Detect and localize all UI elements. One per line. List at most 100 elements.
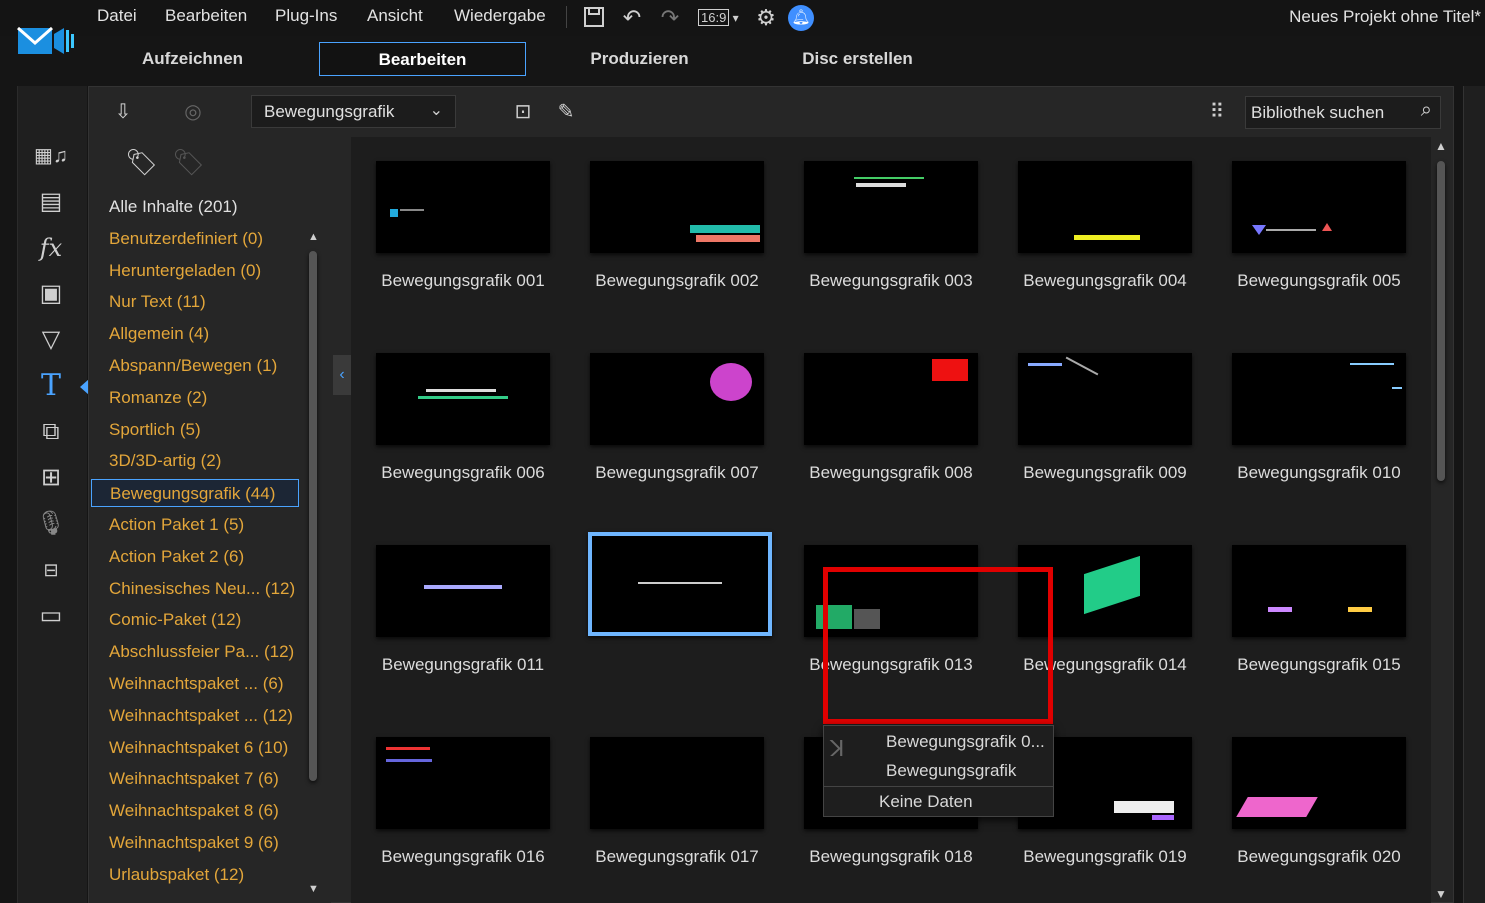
download-globe-icon[interactable]: ◎	[179, 99, 207, 125]
category-item[interactable]: 3D/3D-artig (2)	[91, 447, 299, 475]
tile-label: Bewegungsgrafik 007	[595, 463, 759, 482]
category-item[interactable]: Urlaubspaket (12)	[91, 861, 299, 889]
undo-icon[interactable]: ↶	[620, 6, 644, 30]
thumbnail-preview[interactable]	[1232, 353, 1406, 445]
grid-scrollbar[interactable]: ▲ ▼	[1434, 137, 1448, 903]
tile-label: Bewegungsgrafik 009	[1023, 463, 1187, 482]
tab-edit[interactable]: Bearbeiten	[319, 42, 526, 76]
thumbnail-preview[interactable]	[376, 161, 550, 253]
chevron-down-icon: ⌄	[429, 102, 443, 119]
room-bar: ▦♫ ▤ fx ▣ ▽ T ⧉ ⊞ 🎙︎ ⊟ ▭	[17, 86, 89, 903]
category-item[interactable]: Weihnachtspaket 7 (6)	[91, 765, 299, 793]
notification-bell-icon[interactable]: 🔔︎	[788, 5, 814, 31]
menu-plugins[interactable]: Plug-Ins	[275, 6, 337, 26]
tile-label: Bewegungsgrafik 020	[1237, 847, 1401, 866]
grid-view-icon[interactable]: ⠿	[1203, 99, 1231, 125]
tile-label: Bewegungsgrafik 010	[1237, 463, 1401, 482]
remove-tag-icon[interactable]: 🏷︎	[172, 147, 205, 177]
tag-tools: 🏷︎ 🏷︎	[125, 147, 219, 178]
thumbnail-preview[interactable]	[588, 532, 772, 636]
scroll-up-icon[interactable]: ▲	[308, 231, 319, 243]
menu-view[interactable]: Ansicht	[367, 6, 423, 26]
category-item[interactable]: Weihnachtspaket ... (12)	[91, 702, 299, 730]
category-item[interactable]: Heruntergeladen (0)	[91, 257, 299, 285]
category-item[interactable]: Comic-Paket (12)	[91, 606, 299, 634]
thumbnail-preview[interactable]	[1232, 545, 1406, 637]
category-item[interactable]: Action Paket 2 (6)	[91, 543, 299, 571]
thumbnail-preview[interactable]	[1232, 737, 1406, 829]
scrollbar-thumb[interactable]	[1437, 161, 1445, 481]
library-toolbar: ⇩ ◎ Bewegungsgrafik ⌄ ⊡ ✎ ⠿ Bibliothek s…	[89, 87, 1453, 137]
tab-create-disc[interactable]: Disc erstellen	[790, 42, 925, 76]
category-item[interactable]: Chinesisches Neu... (12)	[91, 575, 299, 603]
add-tag-icon[interactable]: 🏷︎	[125, 147, 158, 177]
pip-room-icon[interactable]: ▣	[34, 278, 68, 310]
audio-mixing-room-icon[interactable]: ⊞	[34, 462, 68, 494]
menu-edit[interactable]: Bearbeiten	[165, 6, 247, 26]
library-search-input[interactable]: Bibliothek suchen ⌕	[1245, 96, 1441, 129]
thumbnail-preview[interactable]	[1018, 353, 1192, 445]
category-item[interactable]: Alle Inhalte (201)	[91, 193, 299, 221]
category-item[interactable]: Weihnachtspaket 8 (6)	[91, 797, 299, 825]
category-panel: 🏷︎ 🏷︎ Alle Inhalte (201) Benutzerdefiniert…	[89, 137, 331, 903]
save-icon[interactable]	[582, 6, 606, 30]
category-item[interactable]: Weihnachtspaket 6 (10)	[91, 734, 299, 762]
tooltip-divider	[824, 786, 1053, 787]
mode-tabs: Aufzeichnen Bearbeiten Produzieren Disc …	[0, 40, 1485, 80]
effects-room-icon[interactable]: fx	[34, 232, 68, 264]
category-item[interactable]: Action Paket 1 (5)	[91, 511, 299, 539]
category-dropdown[interactable]: Bewegungsgrafik ⌄	[251, 95, 456, 128]
subtitle-room-icon[interactable]: ▭	[34, 600, 68, 632]
category-item[interactable]: Weihnachtspaket 9 (6)	[91, 829, 299, 857]
tile-label: Bewegungsgrafik 005	[1237, 271, 1401, 290]
category-scrollbar[interactable]: ▲ ▼	[307, 231, 319, 901]
thumbnail-preview[interactable]	[590, 353, 764, 445]
thumbnail-preview[interactable]	[1018, 161, 1192, 253]
category-item[interactable]: Weihnachtspaket ... (6)	[91, 670, 299, 698]
edit-title-icon[interactable]: ✎	[552, 99, 580, 125]
category-item[interactable]: Bewegungsgrafik (44)	[91, 479, 299, 508]
category-item[interactable]: Romanze (2)	[91, 384, 299, 412]
tile-label: Bewegungsgrafik 017	[595, 847, 759, 866]
scroll-up-icon[interactable]: ▲	[1435, 139, 1447, 153]
media-room-icon[interactable]: ▦♫	[34, 140, 68, 172]
title-room-icon[interactable]: T	[34, 370, 68, 402]
thumbnail-preview[interactable]	[590, 161, 764, 253]
redo-icon[interactable]: ↷	[658, 6, 682, 30]
thumbnail-preview[interactable]	[376, 353, 550, 445]
thumbnail-preview[interactable]	[1232, 161, 1406, 253]
scroll-down-icon[interactable]: ▼	[1435, 887, 1447, 901]
category-item[interactable]: Abschlussfeier Pa... (12)	[91, 638, 299, 666]
new-title-icon[interactable]: ⊡	[509, 99, 537, 125]
category-item[interactable]: Abspann/Bewegen (1)	[91, 352, 299, 380]
scroll-down-icon[interactable]: ▼	[308, 883, 319, 895]
title-grid: Bewegungsgrafik 001 Bewegungsgrafik 002 Be…	[351, 137, 1431, 903]
category-item[interactable]: Benutzerdefiniert (0)	[91, 225, 299, 253]
thumbnail-preview[interactable]	[804, 353, 978, 445]
thumbnail-preview[interactable]	[376, 545, 550, 637]
voiceover-room-icon[interactable]: 🎙︎	[34, 508, 68, 540]
search-icon[interactable]: ⌕	[1421, 99, 1432, 122]
thumbnail-preview[interactable]	[376, 737, 550, 829]
category-item[interactable]: Nur Text (11)	[91, 288, 299, 316]
import-icon[interactable]: ⇩	[109, 99, 137, 125]
menu-playback[interactable]: Wiedergabe	[454, 6, 546, 26]
tile-label: Bewegungsgrafik 004	[1023, 271, 1187, 290]
library-panel: ⇩ ◎ Bewegungsgrafik ⌄ ⊡ ✎ ⠿ Bibliothek s…	[88, 86, 1454, 903]
collapse-panel-button[interactable]: ‹	[333, 355, 351, 395]
scrollbar-thumb[interactable]	[309, 251, 317, 781]
menu-file[interactable]: Datei	[97, 6, 137, 26]
category-item[interactable]: Allgemein (4)	[91, 320, 299, 348]
tab-record[interactable]: Aufzeichnen	[125, 42, 260, 76]
template-room-icon[interactable]: ▤	[34, 186, 68, 218]
transition-room-icon[interactable]: ⧉	[34, 416, 68, 448]
tab-produce[interactable]: Produzieren	[572, 42, 707, 76]
right-panel-edge	[1463, 86, 1485, 903]
aspect-ratio-select[interactable]: 16:9 ▾	[698, 6, 746, 30]
particle-room-icon[interactable]: ▽	[34, 324, 68, 356]
category-item[interactable]: Sportlich (5)	[91, 416, 299, 444]
thumbnail-preview[interactable]	[590, 737, 764, 829]
thumbnail-preview[interactable]	[804, 161, 978, 253]
chapter-room-icon[interactable]: ⊟	[34, 554, 68, 586]
settings-gear-icon[interactable]: ⚙	[754, 6, 778, 30]
